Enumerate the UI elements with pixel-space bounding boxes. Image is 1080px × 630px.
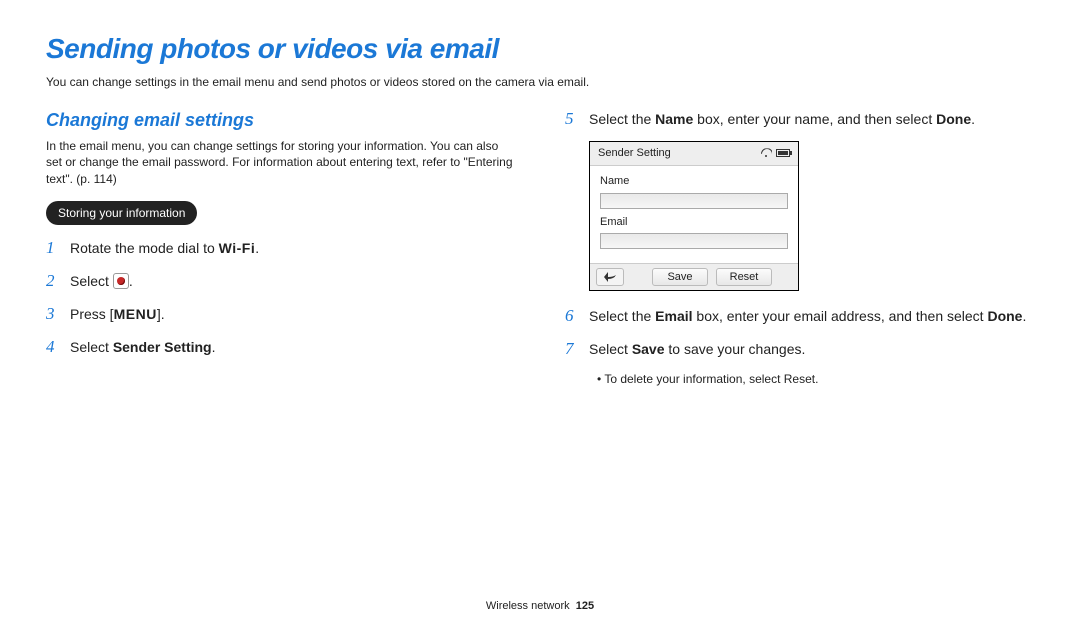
- step-number: 4: [46, 336, 58, 359]
- shot-title: Sender Setting: [598, 146, 671, 161]
- step-text: Select .: [70, 272, 133, 291]
- email-app-icon: [113, 273, 129, 289]
- step-text-bold: Sender Setting: [113, 339, 212, 355]
- step-text-prefix: Press [: [70, 306, 114, 322]
- reset-note: To delete your information, select Reset…: [597, 371, 1034, 387]
- step-number: 5: [565, 108, 577, 131]
- email-field-label: Email: [600, 215, 788, 230]
- t: Select: [589, 341, 632, 357]
- left-column: Changing email settings In the email men…: [46, 108, 515, 388]
- step-text: Rotate the mode dial to Wi-Fi.: [70, 239, 259, 258]
- step-number: 1: [46, 237, 58, 260]
- t: Select the: [589, 111, 655, 127]
- step-text-suffix: .: [129, 273, 133, 289]
- page-title: Sending photos or videos via email: [46, 30, 1034, 68]
- content-columns: Changing email settings In the email men…: [46, 108, 1034, 388]
- step-5: 5 Select the Name box, enter your name, …: [565, 108, 1034, 131]
- right-steps: 5 Select the Name box, enter your name, …: [565, 108, 1034, 131]
- step-4: 4 Select Sender Setting.: [46, 336, 515, 359]
- page-footer: Wireless network 125: [0, 599, 1080, 614]
- step-3: 3 Press [MENU].: [46, 303, 515, 326]
- step-text: Press [MENU].: [70, 305, 165, 324]
- step-2: 2 Select .: [46, 270, 515, 293]
- step-6: 6 Select the Email box, enter your email…: [565, 305, 1034, 328]
- shot-header: Sender Setting: [590, 142, 798, 166]
- shot-footer: Save Reset: [590, 263, 798, 290]
- menu-button-label: MENU: [114, 306, 157, 322]
- footer-section: Wireless network: [486, 600, 570, 612]
- shot-status-icons: [760, 147, 790, 159]
- page-intro: You can change settings in the email men…: [46, 74, 1034, 90]
- right-column: 5 Select the Name box, enter your name, …: [565, 108, 1034, 388]
- t: .: [971, 111, 975, 127]
- reset-button[interactable]: Reset: [716, 268, 772, 286]
- t-bold: Done: [936, 111, 971, 127]
- section-intro: In the email menu, you can change settin…: [46, 138, 515, 187]
- step-number: 2: [46, 270, 58, 293]
- t: Select the: [589, 308, 655, 324]
- step-text-prefix: Select: [70, 273, 113, 289]
- right-steps-continued: 6 Select the Email box, enter your email…: [565, 305, 1034, 361]
- shot-body: Name Email: [590, 166, 798, 264]
- name-input[interactable]: [600, 193, 788, 209]
- step-number: 7: [565, 338, 577, 361]
- t: .: [1022, 308, 1026, 324]
- step-number: 6: [565, 305, 577, 328]
- device-screenshot: Sender Setting Name Email Save Reset: [589, 141, 799, 292]
- name-field-label: Name: [600, 174, 788, 189]
- battery-icon: [776, 149, 790, 157]
- footer-buttons: Save Reset: [632, 268, 792, 286]
- wifi-icon: [760, 147, 772, 159]
- step-text-suffix: .: [212, 339, 216, 355]
- save-button[interactable]: Save: [652, 268, 708, 286]
- step-text-prefix: Rotate the mode dial to: [70, 240, 219, 256]
- t: box, enter your name, and then select: [693, 111, 936, 127]
- t-bold: Save: [632, 341, 665, 357]
- t-bold: Name: [655, 111, 693, 127]
- step-text-suffix: .: [255, 240, 259, 256]
- email-input[interactable]: [600, 233, 788, 249]
- back-button[interactable]: [596, 268, 624, 286]
- wifi-label: Wi-Fi: [219, 240, 256, 256]
- step-number: 3: [46, 303, 58, 326]
- footer-page: 125: [576, 600, 594, 612]
- step-text-suffix: ].: [157, 306, 165, 322]
- step-text: Select the Email box, enter your email a…: [589, 307, 1026, 326]
- back-arrow-icon: [604, 272, 616, 282]
- step-text-prefix: Select: [70, 339, 113, 355]
- left-steps: 1 Rotate the mode dial to Wi-Fi. 2 Selec…: [46, 237, 515, 359]
- pill-storing-info: Storing your information: [46, 201, 197, 225]
- t-bold: Done: [987, 308, 1022, 324]
- t-bold: Email: [655, 308, 692, 324]
- step-1: 1 Rotate the mode dial to Wi-Fi.: [46, 237, 515, 260]
- section-heading: Changing email settings: [46, 108, 515, 132]
- step-text: Select the Name box, enter your name, an…: [589, 110, 975, 129]
- step-text: Select Sender Setting.: [70, 338, 216, 357]
- step-7: 7 Select Save to save your changes.: [565, 338, 1034, 361]
- step-text: Select Save to save your changes.: [589, 340, 805, 359]
- t: to save your changes.: [665, 341, 806, 357]
- t: box, enter your email address, and then …: [693, 308, 988, 324]
